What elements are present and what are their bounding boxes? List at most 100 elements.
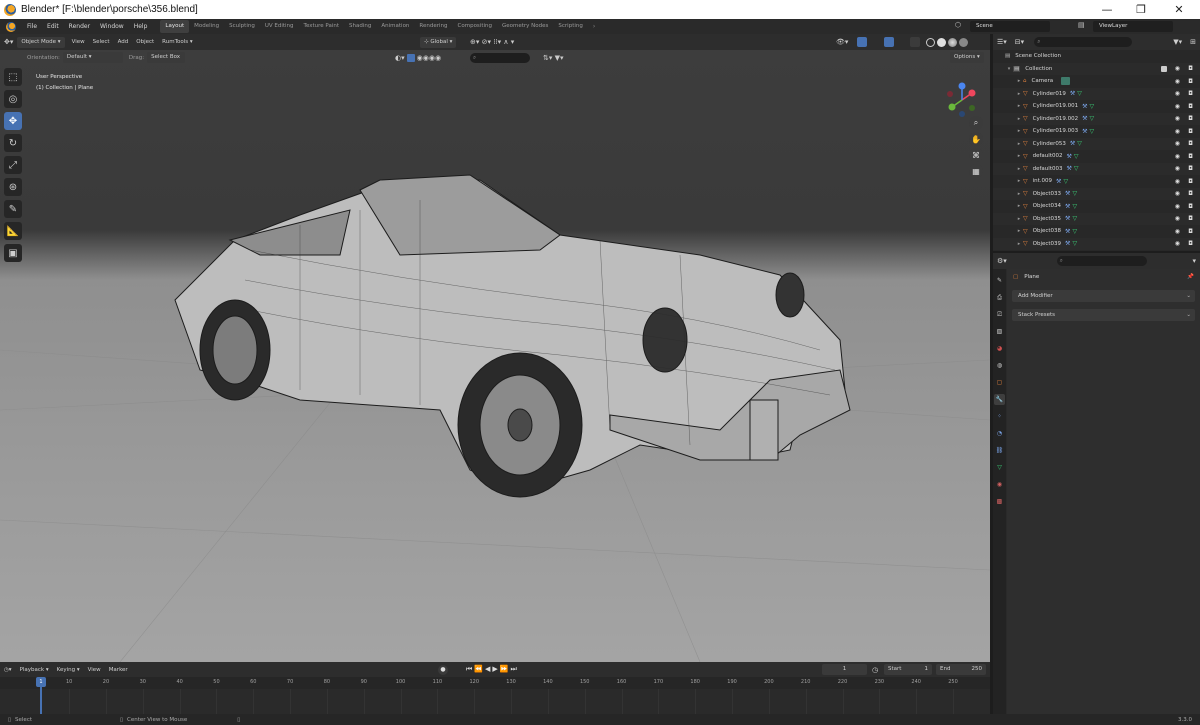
display-mode-icon[interactable]: ⊟▾ xyxy=(1011,38,1028,46)
visibility-eye-icon[interactable]: ◉ xyxy=(1175,203,1180,210)
menu-window[interactable]: Window xyxy=(95,23,129,30)
editor-type-icon[interactable]: ✥▾ xyxy=(0,38,17,46)
cursor-tool-icon[interactable]: ◎ xyxy=(4,90,22,108)
particles-tab-icon[interactable]: ⁘ xyxy=(994,411,1005,422)
tool-tab-icon[interactable]: ✎ xyxy=(994,275,1005,286)
selectability-icon[interactable]: ◐▾ xyxy=(395,54,405,62)
scene-tab-icon[interactable]: ◕ xyxy=(994,343,1005,354)
render-camera-icon[interactable]: ◘ xyxy=(1188,190,1193,197)
workspace-tab-scripting[interactable]: Scripting xyxy=(553,20,587,33)
view-layer-icon[interactable]: ▤ xyxy=(1078,21,1085,29)
outliner-scene-collection[interactable]: ▤ Scene Collection xyxy=(993,50,1200,63)
wrench-icon[interactable]: ⚒ xyxy=(1082,128,1087,135)
mesh-data-icon[interactable]: ▽ xyxy=(1072,190,1077,197)
outliner-object-row[interactable]: ▸ ▽ Object033 ⚒ ▽ ◉ ◘ xyxy=(993,187,1200,200)
modifier-tab-icon[interactable]: 🔧 xyxy=(994,394,1005,405)
workspace-tab-texture-paint[interactable]: Texture Paint xyxy=(299,20,345,33)
menu-render[interactable]: Render xyxy=(64,23,95,30)
camera-view-icon[interactable]: ⌘ xyxy=(969,148,983,162)
orientation-dropdown[interactable]: Default ▾ xyxy=(62,52,123,63)
playhead[interactable]: 1 xyxy=(36,677,46,687)
timeline-ruler[interactable]: 10 20 30 40 50 60 70 80 90 100 110 120 130 140 150 160 1… xyxy=(0,677,990,689)
expand-arrow-icon[interactable]: ▸ xyxy=(1015,203,1023,209)
add-modifier-dropdown[interactable]: Add Modifier ⌄ xyxy=(1012,290,1195,302)
visibility-eye-icon[interactable]: ◉ xyxy=(1175,90,1180,97)
expand-arrow-icon[interactable]: ▸ xyxy=(1015,141,1023,147)
mesh-data-icon[interactable]: ▽ xyxy=(1090,128,1095,135)
outliner-object-row[interactable]: ▸ ⌂ Camera ◉ ◘ xyxy=(993,75,1200,88)
workspace-more-icon[interactable]: › xyxy=(588,23,600,30)
3d-viewport[interactable] xyxy=(0,50,990,662)
visibility-eye-icon[interactable]: ◉ xyxy=(1175,215,1180,222)
menu-help[interactable]: Help xyxy=(129,23,153,30)
mesh-data-icon[interactable]: ▽ xyxy=(1077,90,1082,97)
visibility-eye-icon[interactable]: ◉ xyxy=(1175,140,1180,147)
menu-edit[interactable]: Edit xyxy=(42,23,64,30)
render-camera-icon[interactable]: ◘ xyxy=(1188,153,1193,160)
mesh-data-icon[interactable]: ▽ xyxy=(1074,153,1079,160)
filter-icon[interactable]: ▼▾ xyxy=(1169,38,1186,46)
render-camera-icon[interactable]: ◘ xyxy=(1188,128,1193,135)
render-camera-icon[interactable]: ◘ xyxy=(1188,78,1193,85)
workspace-tab-uv-editing[interactable]: UV Editing xyxy=(260,20,299,33)
outliner-object-row[interactable]: ▸ ▽ Cylinder019.002 ⚒ ▽ ◉ ◘ xyxy=(993,112,1200,125)
header-menu-select[interactable]: Select xyxy=(89,39,114,45)
render-camera-icon[interactable]: ◘ xyxy=(1188,165,1193,172)
close-button[interactable]: ✕ xyxy=(1162,0,1196,19)
stack-presets-dropdown[interactable]: Stack Presets ⌄ xyxy=(1012,309,1195,321)
pivot-point-icon[interactable]: ⊕▾ ⊘▾ ⁞⁞▾ ∧ ▾ xyxy=(470,38,514,46)
visibility-eye-icon[interactable]: ◉ xyxy=(1175,228,1180,235)
outliner-object-row[interactable]: ▸ ▽ Cylinder019.001 ⚒ ▽ ◉ ◘ xyxy=(993,100,1200,113)
transform-tool-icon[interactable]: ⊛ xyxy=(4,178,22,196)
outliner-collection[interactable]: ▾ ▤ Collection ◉ ◘ xyxy=(993,62,1200,75)
expand-arrow-icon[interactable]: ▸ xyxy=(1015,228,1023,234)
add-cube-tool-icon[interactable]: ▣ xyxy=(4,244,22,262)
header-menu-object[interactable]: Object xyxy=(132,39,158,45)
workspace-tab-layout[interactable]: Layout xyxy=(160,20,190,33)
rendered-shading-icon[interactable] xyxy=(959,37,968,47)
object-tab-icon[interactable]: ▢ xyxy=(994,377,1005,388)
clock-icon[interactable]: ◷ xyxy=(872,666,878,674)
visibility-eye-icon[interactable]: ◉ xyxy=(1175,65,1180,72)
rotate-tool-icon[interactable]: ↻ xyxy=(4,134,22,152)
start-frame-field[interactable]: Start 1 xyxy=(884,664,932,675)
pin-icon[interactable]: 📌 xyxy=(1187,274,1194,280)
render-camera-icon[interactable]: ◘ xyxy=(1188,178,1193,185)
scale-tool-icon[interactable]: ⤢ xyxy=(4,156,22,174)
visibility-icons[interactable]: 👁▾ xyxy=(836,38,848,46)
render-camera-icon[interactable]: ◘ xyxy=(1188,240,1193,247)
outliner-object-row[interactable]: ▸ ▽ Object035 ⚒ ▽ ◉ ◘ xyxy=(993,212,1200,225)
expand-arrow-icon[interactable]: ▸ xyxy=(1015,191,1023,197)
drag-dropdown[interactable]: Select Box xyxy=(147,52,186,63)
expand-arrow-icon[interactable]: ▸ xyxy=(1015,166,1023,172)
expand-arrow-icon[interactable]: ▸ xyxy=(1015,241,1023,247)
render-camera-icon[interactable]: ◘ xyxy=(1188,65,1193,72)
perspective-toggle-icon[interactable]: ▦ xyxy=(969,164,983,178)
viewport-search-input[interactable]: ⌕ xyxy=(470,52,530,63)
filter-icons[interactable]: ◉◉◉◉ xyxy=(417,54,441,62)
camera-data-icon[interactable] xyxy=(1061,77,1071,86)
mesh-data-icon[interactable]: ▽ xyxy=(1090,103,1095,110)
properties-search-input[interactable]: ⌕ xyxy=(1056,256,1147,266)
data-tab-icon[interactable]: ▽ xyxy=(994,462,1005,473)
scene-icon[interactable]: ⬡ xyxy=(955,21,961,29)
view-layer-tab-icon[interactable]: ▧ xyxy=(994,326,1005,337)
view-layer-selector[interactable]: ViewLayer xyxy=(1093,21,1173,32)
expand-arrow-icon[interactable]: ▸ xyxy=(1015,178,1023,184)
outliner-editor-icon[interactable]: ☰▾ xyxy=(993,38,1011,46)
workspace-tab-shading[interactable]: Shading xyxy=(344,20,376,33)
visibility-eye-icon[interactable]: ◉ xyxy=(1175,153,1180,160)
outliner-object-row[interactable]: ▸ ▽ int.009 ⚒ ▽ ◉ ◘ xyxy=(993,175,1200,188)
wireframe-shading-icon[interactable] xyxy=(926,37,935,47)
render-camera-icon[interactable]: ◘ xyxy=(1188,228,1193,235)
render-camera-icon[interactable]: ◘ xyxy=(1188,140,1193,147)
outliner-object-row[interactable]: ▸ ▽ Cylinder053 ⚒ ▽ ◉ ◘ xyxy=(993,137,1200,150)
move-tool-icon[interactable]: ✥ xyxy=(4,112,22,130)
header-menu-view[interactable]: View xyxy=(68,39,89,45)
mesh-data-icon[interactable]: ▽ xyxy=(1072,228,1077,235)
playback-controls[interactable]: ⏮⏪◀▶⏩⏭ xyxy=(466,665,519,674)
select-tool-icon[interactable]: ⬚ xyxy=(4,68,22,86)
world-tab-icon[interactable]: ◍ xyxy=(994,360,1005,371)
pan-view-icon[interactable]: ✋ xyxy=(969,132,983,146)
workspace-tab-geometry-nodes[interactable]: Geometry Nodes xyxy=(497,20,553,33)
